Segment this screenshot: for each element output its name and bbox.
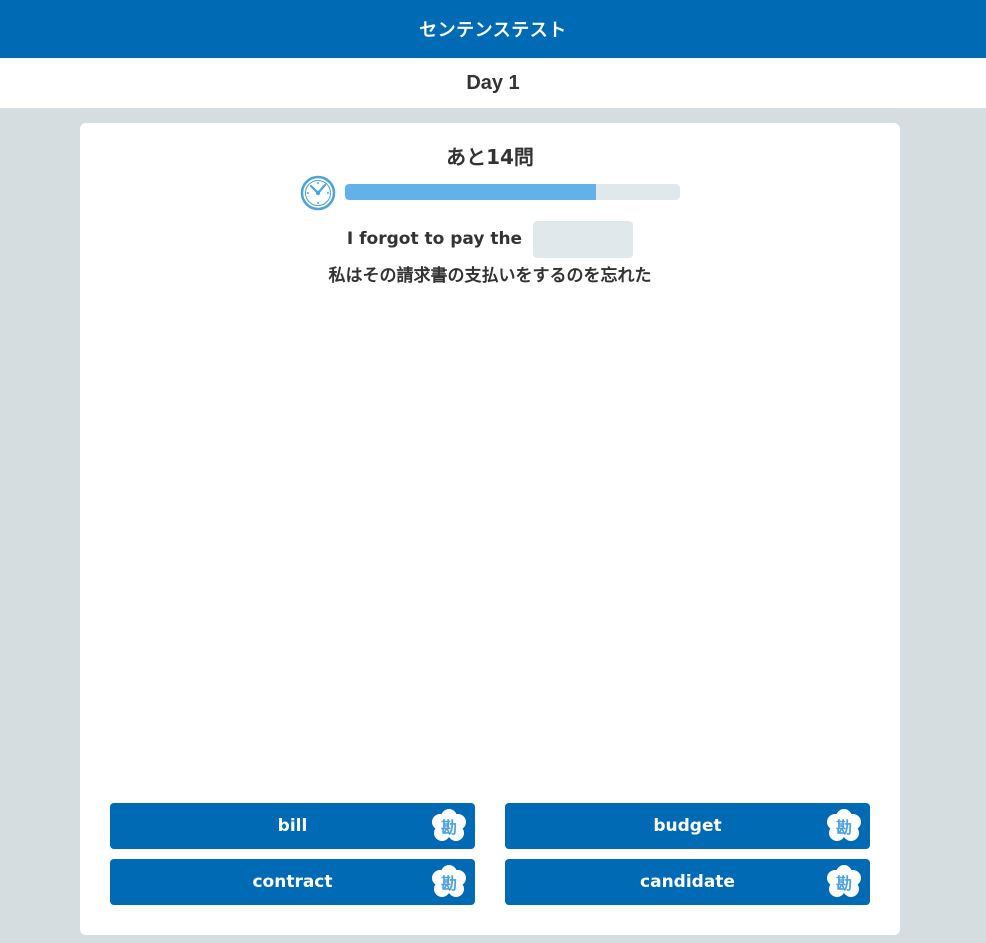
app-header: センテンステスト bbox=[0, 0, 986, 58]
hint-flower-icon[interactable]: 勘 bbox=[826, 808, 862, 844]
hint-flower-icon[interactable]: 勘 bbox=[431, 808, 467, 844]
timer-progress-fill bbox=[345, 184, 597, 200]
header-title: センテンステスト bbox=[419, 20, 567, 41]
choice-button-budget[interactable]: budget 勘 bbox=[505, 803, 870, 849]
hint-flower-icon[interactable]: 勘 bbox=[826, 864, 862, 900]
clock-icon bbox=[300, 175, 336, 211]
choice-label: candidate bbox=[640, 872, 735, 892]
day-bar: Day 1 bbox=[0, 58, 986, 108]
sentence-text: I forgot to pay the bbox=[346, 229, 523, 249]
choice-label: budget bbox=[653, 816, 722, 836]
quiz-card: あと14問 I forgot to pay the 私はその請求書の支払いをする… bbox=[80, 123, 900, 935]
hint-char: 勘 bbox=[835, 874, 852, 893]
hint-char: 勘 bbox=[440, 874, 457, 893]
choice-button-contract[interactable]: contract 勘 bbox=[110, 859, 475, 905]
question-sentence: I forgot to pay the bbox=[80, 220, 900, 258]
sentence-translation: 私はその請求書の支払いをするのを忘れた bbox=[328, 266, 652, 286]
hint-char: 勘 bbox=[835, 818, 852, 837]
choice-button-candidate[interactable]: candidate 勘 bbox=[505, 859, 870, 905]
answer-blank bbox=[533, 220, 634, 258]
hint-char: 勘 bbox=[440, 818, 457, 837]
remaining-count: あと14問 bbox=[446, 145, 534, 169]
choice-button-bill[interactable]: bill 勘 bbox=[110, 803, 475, 849]
day-label: Day 1 bbox=[466, 71, 520, 94]
hint-flower-icon[interactable]: 勘 bbox=[431, 864, 467, 900]
choice-label: bill bbox=[277, 816, 308, 836]
choice-label: contract bbox=[252, 872, 333, 892]
timer-progress-bar bbox=[345, 184, 680, 200]
